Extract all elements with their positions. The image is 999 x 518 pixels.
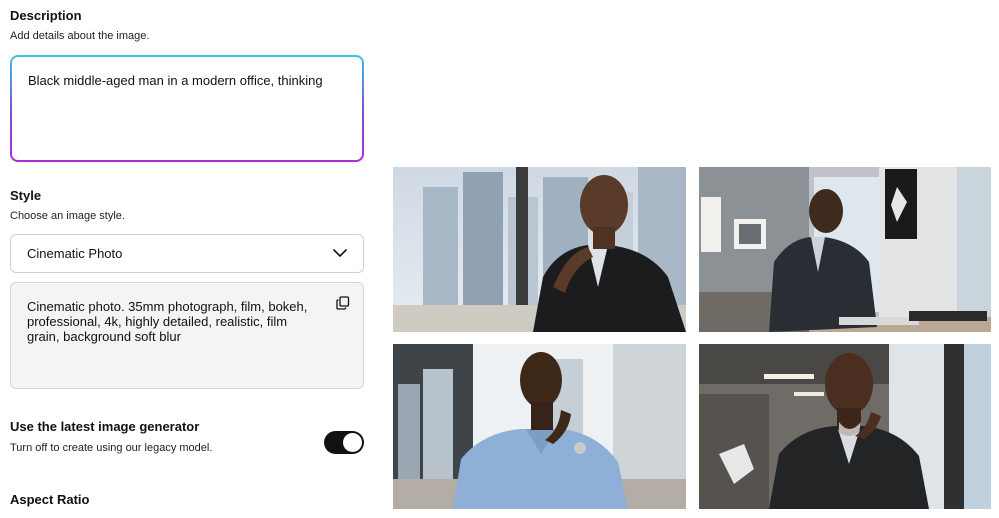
generated-image-4[interactable] <box>699 344 991 509</box>
style-select[interactable]: Cinematic Photo <box>10 234 364 273</box>
generator-heading: Use the latest image generator <box>10 419 200 434</box>
description-heading: Description <box>10 8 82 23</box>
description-textarea[interactable]: Black middle-aged man in a modern office… <box>10 55 364 162</box>
generator-subtitle: Turn off to create using our legacy mode… <box>10 442 213 454</box>
chevron-down-icon <box>333 246 347 261</box>
style-prompt-text: Cinematic photo. 35mm photograph, film, … <box>10 282 364 389</box>
aspect-ratio-heading: Aspect Ratio <box>10 492 90 507</box>
description-subtitle: Add details about the image. <box>10 30 150 42</box>
copy-icon[interactable] <box>336 296 350 310</box>
generated-image-2[interactable] <box>699 167 991 332</box>
generated-image-1[interactable] <box>393 167 686 332</box>
generated-image-3[interactable] <box>393 344 686 509</box>
generator-toggle[interactable] <box>324 431 364 454</box>
toggle-knob <box>343 433 362 452</box>
style-heading: Style <box>10 188 42 203</box>
style-subtitle: Choose an image style. <box>10 210 125 222</box>
style-select-value: Cinematic Photo <box>27 246 123 261</box>
